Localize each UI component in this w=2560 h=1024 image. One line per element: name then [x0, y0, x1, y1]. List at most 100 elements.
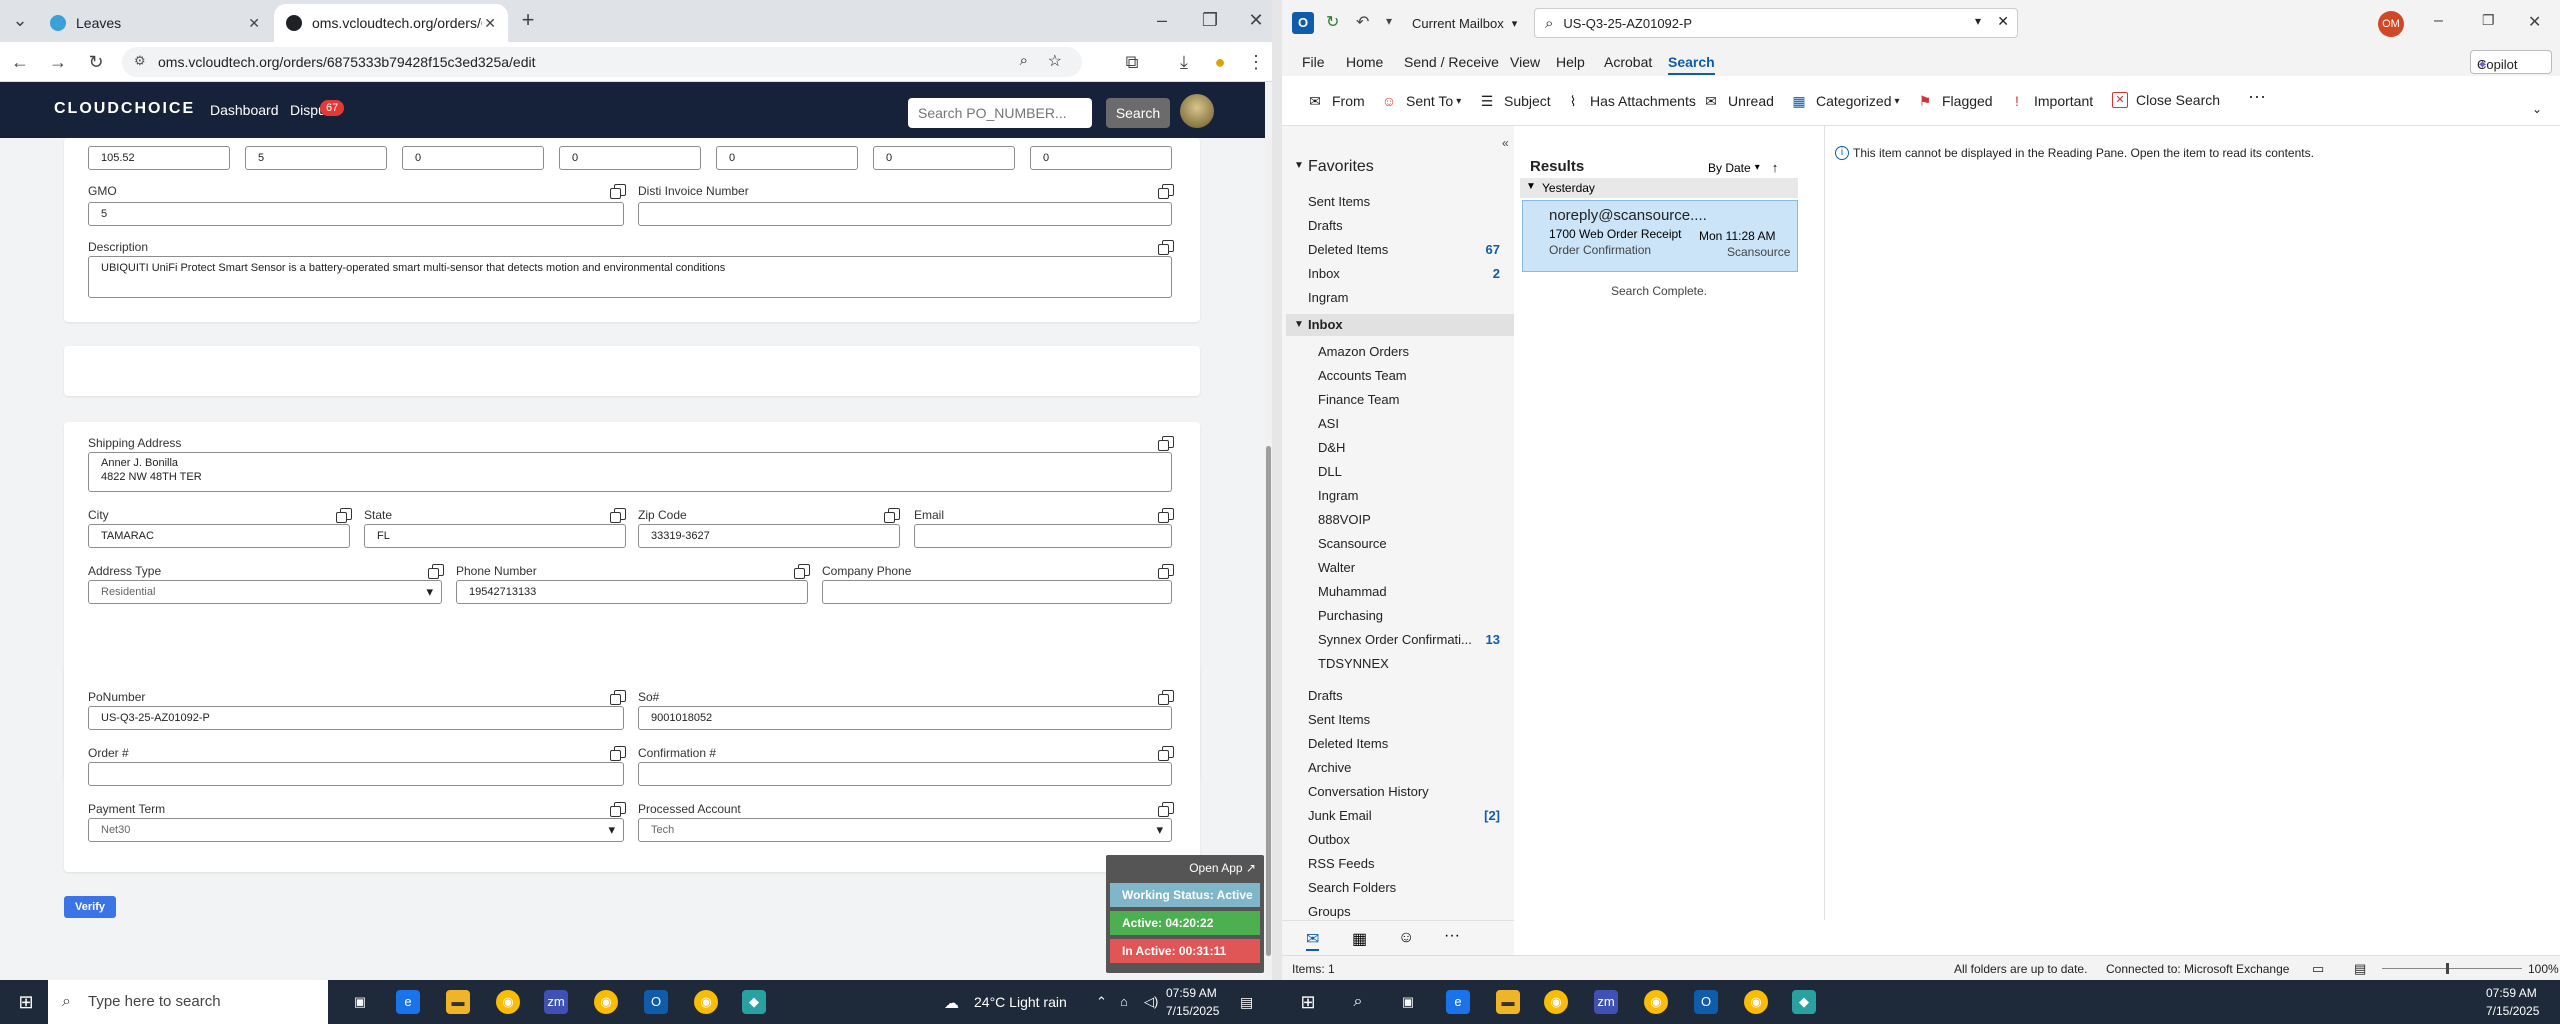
ribbon-flagged[interactable]: ⚑ Flagged — [1916, 92, 1993, 110]
more-apps-icon[interactable]: ··· — [1444, 927, 1460, 945]
tab-oms[interactable]: oms.vcloudtech.org/orders/687 ✕ — [274, 4, 508, 42]
top-field-7[interactable]: 0 — [1030, 146, 1172, 170]
expand-ribbon-icon[interactable]: ⌄ — [2532, 102, 2542, 116]
folder-item[interactable]: Search Folders — [1308, 880, 1396, 895]
zoom-slider[interactable] — [2382, 968, 2522, 969]
address-type-select[interactable]: Residential — [88, 580, 442, 604]
folder-item[interactable]: Sent Items — [1308, 194, 1370, 209]
copy-icon[interactable] — [610, 746, 626, 761]
weather-icon[interactable]: ☁ — [944, 994, 959, 1012]
group-header-row[interactable]: ▼ Yesterday — [1520, 178, 1798, 198]
bookmark-star-icon[interactable]: ☆ — [1048, 51, 1062, 71]
folder-item[interactable]: 888VOIP — [1318, 512, 1371, 527]
folder-item[interactable]: Ingram — [1318, 488, 1358, 503]
site-info-icon[interactable]: ⚙ — [134, 53, 146, 69]
folder-item[interactable]: Conversation History — [1308, 784, 1429, 799]
edge-icon[interactable]: e — [396, 990, 420, 1014]
menu-send-receive[interactable]: Send / Receive — [1404, 54, 1499, 70]
verify-button[interactable]: Verify — [64, 896, 116, 918]
minimize-icon[interactable]: – — [1150, 8, 1174, 32]
taskbar-time-right[interactable]: 07:59 AM — [2486, 986, 2537, 1000]
download-icon[interactable]: ⤓ — [1172, 50, 1196, 74]
shipping-address-textarea[interactable]: Anner J. Bonilla 4822 NW 48TH TER — [88, 452, 1172, 492]
tab-close-icon[interactable]: ✕ — [484, 15, 496, 32]
folder-item[interactable]: Outbox — [1308, 832, 1350, 847]
copy-icon[interactable] — [884, 508, 900, 523]
copy-icon[interactable] — [794, 564, 810, 579]
copilot-button[interactable]: ✦ Copilot — [2470, 50, 2552, 74]
tab-close-icon[interactable]: ✕ — [248, 15, 260, 32]
ribbon-has-attachments[interactable]: ⌇ Has Attachments — [1564, 92, 1696, 110]
menu-search[interactable]: Search — [1668, 54, 1715, 75]
people-icon[interactable]: ☺ — [1398, 929, 1414, 947]
ribbon-close-search[interactable]: ✕ Close Search — [2112, 92, 2220, 108]
open-app-link[interactable]: Open App ↗ — [1106, 857, 1256, 879]
order-number-input[interactable] — [88, 762, 624, 786]
tray-chevron-icon[interactable]: ⌃ — [1096, 994, 1107, 1010]
chrome-icon[interactable]: ◉ — [694, 990, 718, 1014]
task-view-icon[interactable]: ▣ — [348, 990, 372, 1014]
copy-icon[interactable] — [1158, 746, 1174, 761]
nav-dashboard[interactable]: Dashboard — [210, 102, 279, 118]
windows-start-icon[interactable]: ⊞ — [1296, 990, 1320, 1014]
folder-item[interactable]: Walter — [1318, 560, 1355, 575]
inbox-header-row[interactable]: ▼ Inbox — [1286, 314, 1514, 336]
copy-icon[interactable] — [1158, 564, 1174, 579]
tab-leaves[interactable]: Leaves ✕ — [38, 4, 272, 42]
menu-home[interactable]: Home — [1346, 54, 1383, 70]
search-button[interactable]: Search — [1106, 98, 1170, 128]
edge-icon[interactable]: e — [1446, 990, 1470, 1014]
copy-icon[interactable] — [610, 802, 626, 817]
gmo-input[interactable]: 5 — [88, 202, 624, 226]
top-field-4[interactable]: 0 — [559, 146, 701, 170]
menu-acrobat[interactable]: Acrobat — [1604, 54, 1652, 70]
top-field-3[interactable]: 0 — [402, 146, 544, 170]
chrome-icon[interactable]: ◉ — [1744, 990, 1768, 1014]
ribbon-subject[interactable]: ☰ Subject — [1478, 92, 1551, 110]
chevron-down-icon[interactable]: ▼ — [1294, 160, 1304, 171]
menu-help[interactable]: Help — [1556, 54, 1585, 70]
outlook-search-box[interactable]: ⌕ US-Q3-25-AZ01092-P ▾ ✕ — [1534, 8, 2018, 38]
top-field-6[interactable]: 0 — [873, 146, 1015, 170]
copy-icon[interactable] — [610, 184, 626, 199]
email-input[interactable] — [914, 524, 1172, 548]
chrome-icon[interactable]: ◉ — [1644, 990, 1668, 1014]
ribbon-categorized[interactable]: ▦ Categorized ▾ — [1790, 92, 1899, 110]
customize-toolbar-icon[interactable]: ▾ — [1386, 14, 1392, 28]
windows-start-icon[interactable]: ⊞ — [14, 990, 38, 1014]
file-explorer-icon[interactable]: ▬ — [1496, 990, 1520, 1014]
folder-item[interactable]: TDSYNNEX — [1318, 656, 1389, 671]
company-phone-input[interactable] — [822, 580, 1172, 604]
city-input[interactable]: TAMARAC — [88, 524, 350, 548]
description-textarea[interactable]: UBIQUITI UniFi Protect Smart Sensor is a… — [88, 256, 1172, 298]
menu-view[interactable]: View — [1510, 54, 1540, 70]
folder-item[interactable]: Accounts Team — [1318, 368, 1407, 383]
folder-item[interactable]: D&H — [1318, 440, 1345, 455]
sort-direction-icon[interactable]: ↑ — [1772, 160, 1779, 175]
page-scrollbar-thumb[interactable] — [1266, 446, 1271, 956]
reading-view-icon[interactable]: ▤ — [2354, 961, 2366, 977]
account-avatar[interactable]: OM — [2378, 11, 2404, 37]
ribbon-sent-to[interactable]: ☺ Sent To ▾ — [1380, 92, 1461, 110]
volume-icon[interactable]: ◁) — [1144, 994, 1158, 1010]
normal-view-icon[interactable]: ▭ — [2312, 961, 2324, 977]
top-field-5[interactable]: 0 — [716, 146, 858, 170]
network-icon[interactable]: ⌂ — [1120, 994, 1128, 1009]
zip-input[interactable]: 33319-3627 — [638, 524, 900, 548]
app-logo[interactable]: CLOUDCHOICE — [54, 100, 195, 118]
zoom-app-icon[interactable]: zm — [544, 990, 568, 1014]
task-view-icon[interactable]: ▣ — [1396, 990, 1420, 1014]
top-field-1[interactable]: 105.52 — [88, 146, 230, 170]
state-input[interactable]: FL — [364, 524, 626, 548]
confirmation-input[interactable] — [638, 762, 1172, 786]
top-field-2[interactable]: 5 — [245, 146, 387, 170]
folder-item[interactable]: Synnex Order Confirmati... — [1318, 632, 1472, 647]
copy-icon[interactable] — [1158, 802, 1174, 817]
folder-item[interactable]: Groups — [1308, 904, 1351, 919]
folder-item[interactable]: Deleted Items — [1308, 736, 1388, 751]
outlook-taskbar-icon[interactable]: O — [644, 990, 668, 1014]
phone-input[interactable]: 19542713133 — [456, 580, 808, 604]
zoom-slider-thumb[interactable] — [2446, 963, 2449, 974]
folder-item[interactable]: Archive — [1308, 760, 1351, 775]
search-scope-chevron-icon[interactable]: ▾ — [1975, 14, 1981, 28]
